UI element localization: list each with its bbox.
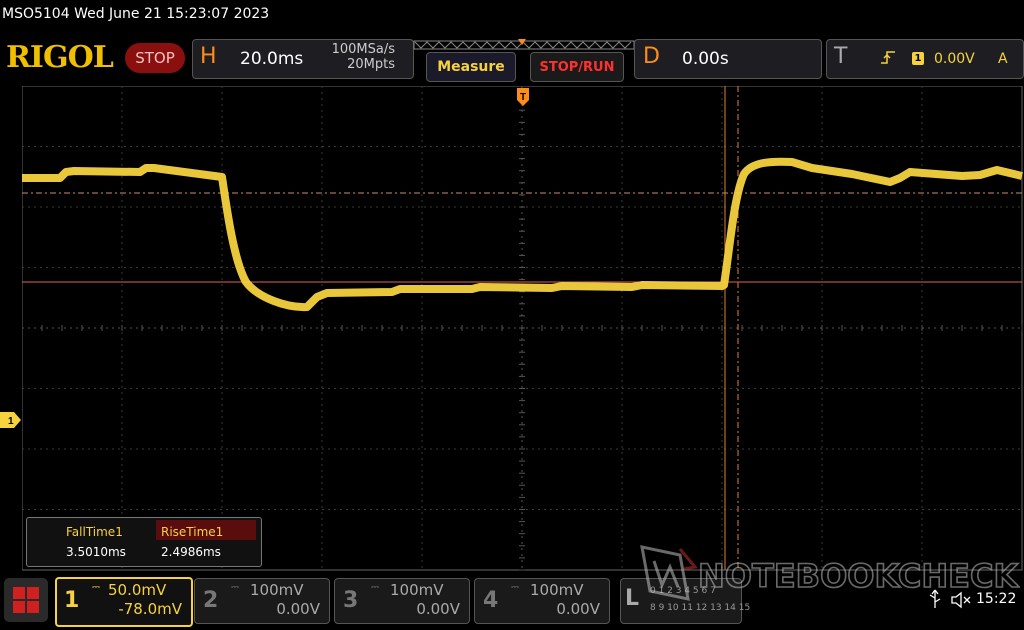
channel-marker-label: 1 <box>8 416 14 427</box>
channel1-offset-marker-icon[interactable]: 1 <box>0 412 22 428</box>
channel4-offset: 0.00V <box>556 600 600 618</box>
dc-coupling-icon: ⎓ <box>511 582 519 593</box>
dc-coupling-icon: ⎓ <box>231 582 239 593</box>
channel1-offset: -78.0mV <box>118 600 182 618</box>
logic-label: L <box>625 586 640 611</box>
trigger-panel[interactable] <box>826 39 1024 79</box>
run-status-button[interactable]: STOP <box>125 43 185 73</box>
memory-depth: 20Mpts <box>347 57 395 72</box>
sample-rate: 100MSa/s <box>331 42 395 57</box>
rise-time-value: 2.4986ms <box>161 545 221 559</box>
channel3-offset: 0.00V <box>416 600 460 618</box>
delay-value: 0.00s <box>682 49 729 69</box>
watermark-text: NOTEBOOKCHECK <box>698 557 1019 595</box>
channel2-offset: 0.00V <box>276 600 320 618</box>
dc-coupling-icon: ⎓ <box>371 582 379 593</box>
menu-button[interactable] <box>4 578 48 622</box>
grid-menu-icon <box>13 587 39 613</box>
system-clock: 15:22 <box>976 591 1017 607</box>
channel1-number: 1 <box>64 588 80 613</box>
trigger-level: 0.00V <box>934 51 975 67</box>
stop-run-button[interactable]: STOP/RUN <box>530 52 624 82</box>
speaker-muted-icon[interactable] <box>950 591 972 609</box>
channel2-scale: 100mV <box>250 581 304 599</box>
dc-coupling-icon: ⎓ <box>92 582 100 593</box>
trigger-source-badge: 1 <box>912 52 924 65</box>
channel3-number: 3 <box>343 588 359 613</box>
rising-edge-icon <box>881 51 895 64</box>
usb-icon <box>929 589 941 608</box>
delay-label: D <box>643 44 660 69</box>
waveform-display[interactable]: T <box>22 86 1024 572</box>
channel3-scale: 100mV <box>390 581 444 599</box>
channel4-number: 4 <box>483 588 499 613</box>
fall-time-label: FallTime1 <box>66 525 123 539</box>
channel4-scale: 100mV <box>530 581 584 599</box>
memory-overview-bar <box>413 39 635 50</box>
rise-time-label: RiseTime1 <box>161 525 224 539</box>
instrument-title: MSO5104 Wed June 21 15:23:07 2023 <box>2 6 270 22</box>
rigol-logo: RIGOL <box>6 40 114 75</box>
trigger-mode: A <box>998 51 1008 67</box>
trigger-label: T <box>834 44 848 69</box>
channel1-scale: 50.0mV <box>108 581 167 599</box>
fall-time-value: 3.5010ms <box>66 545 126 559</box>
channel2-number: 2 <box>203 588 219 613</box>
timebase-value: 20.0ms <box>240 49 304 69</box>
measure-button[interactable]: Measure <box>426 52 516 82</box>
horizontal-label: H <box>200 44 217 69</box>
svg-text:T: T <box>520 92 526 103</box>
